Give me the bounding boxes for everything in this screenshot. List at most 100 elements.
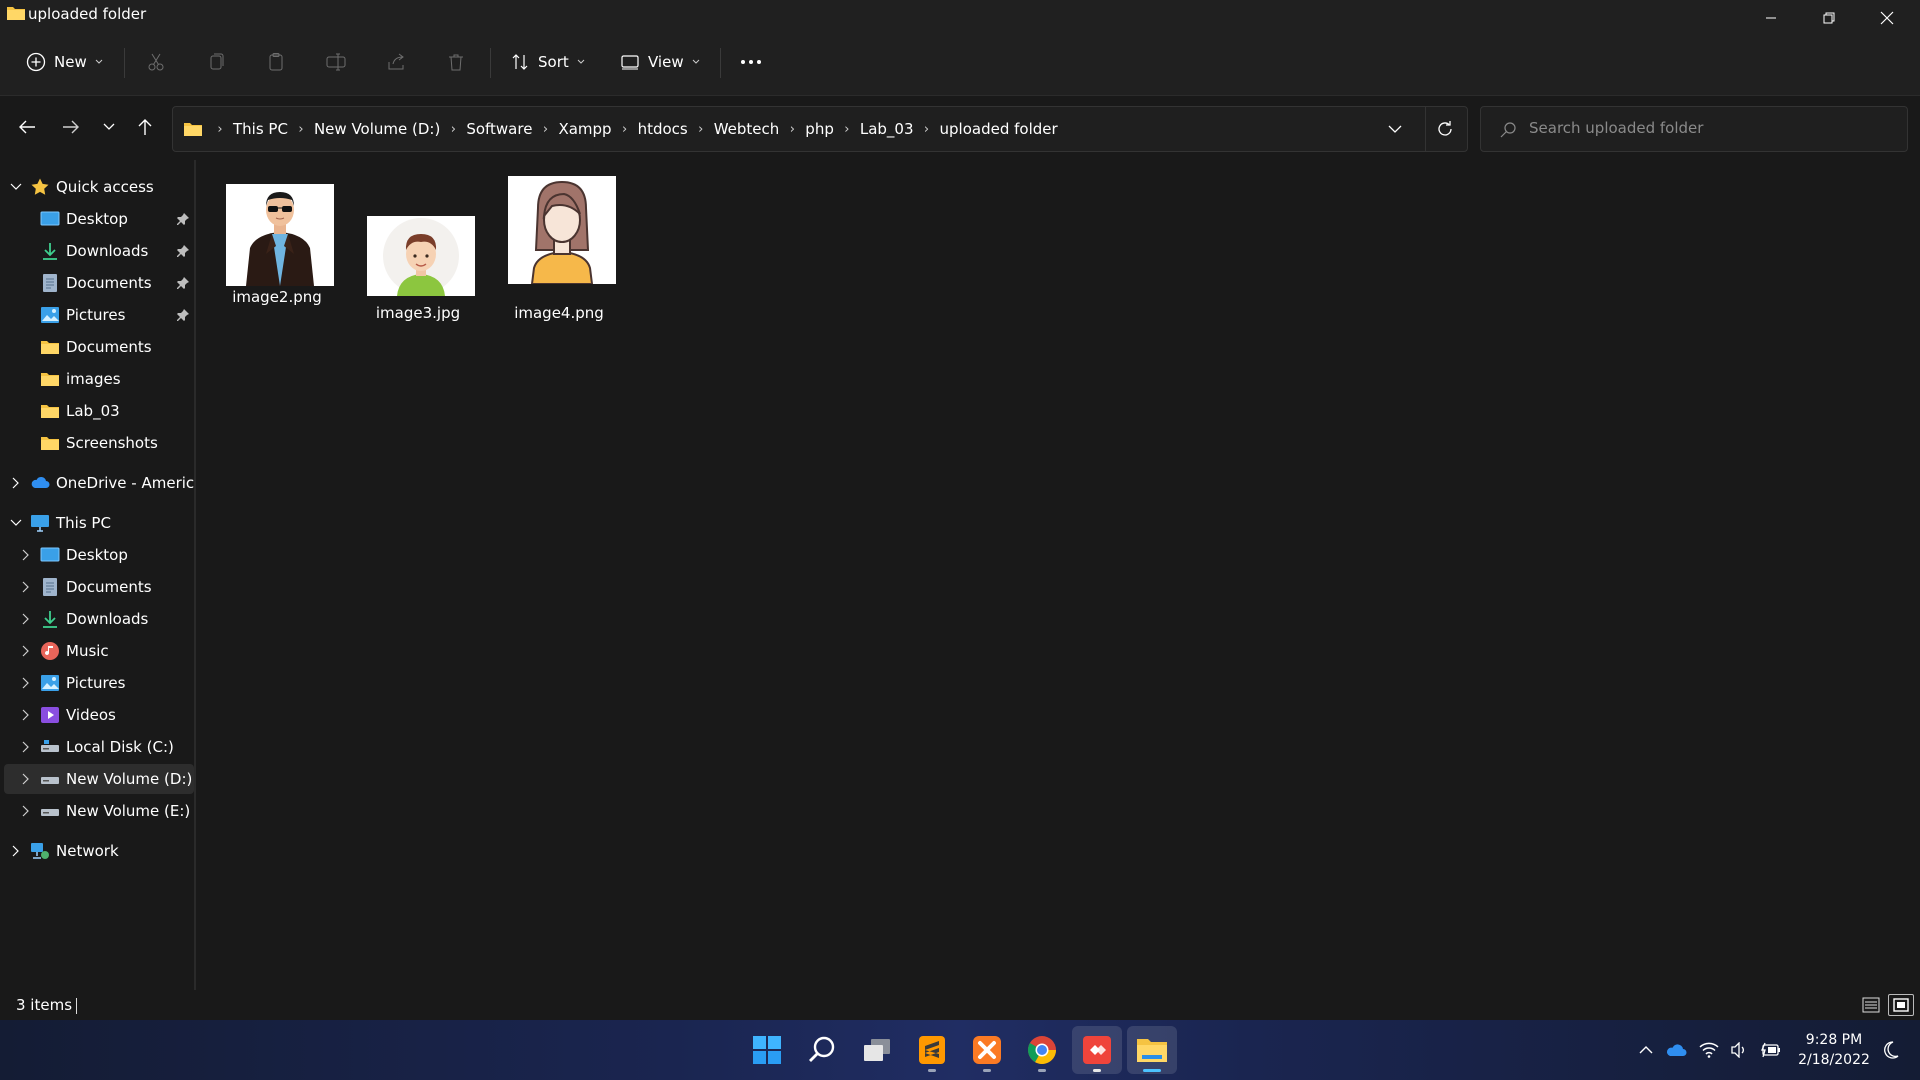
breadcrumb-item[interactable]: Software — [466, 120, 532, 138]
taskbar-app-sublime[interactable] — [907, 1026, 957, 1074]
star-icon — [31, 178, 49, 195]
task-view-button[interactable] — [852, 1026, 902, 1074]
delete-button[interactable] — [446, 44, 466, 80]
start-icon — [753, 1036, 781, 1064]
nav-quick-desktop[interactable]: Desktop — [4, 204, 194, 234]
nav-pc-videos[interactable]: Videos — [4, 700, 194, 730]
breadcrumb-item[interactable]: Xampp — [558, 120, 611, 138]
recent-locations-button[interactable] — [94, 112, 124, 142]
search-icon — [809, 1036, 835, 1062]
address-history-button[interactable] — [1383, 119, 1407, 139]
start-button[interactable] — [742, 1026, 792, 1074]
copy-button[interactable] — [206, 44, 226, 80]
tray-onedrive[interactable] — [1662, 1036, 1690, 1064]
paste-button[interactable] — [266, 44, 286, 80]
nav-quick-images[interactable]: images — [4, 364, 194, 394]
new-button[interactable]: New — [26, 44, 103, 80]
close-icon — [1880, 11, 1894, 25]
tray-wifi[interactable] — [1696, 1036, 1722, 1064]
navigation-pane: Quick access Desktop Downloads Documents… — [0, 160, 196, 990]
taskbar-app-file-explorer[interactable] — [1127, 1026, 1177, 1074]
nav-label: Documents — [66, 578, 152, 596]
nav-quick-access[interactable]: Quick access — [4, 172, 194, 202]
nav-quick-pictures[interactable]: Pictures — [4, 300, 194, 330]
breadcrumb-item[interactable]: Lab_03 — [860, 120, 914, 138]
nav-quick-lab03[interactable]: Lab_03 — [4, 396, 194, 426]
nav-quick-documents[interactable]: Documents — [4, 268, 194, 298]
view-button[interactable]: View — [620, 44, 700, 80]
folder-icon — [41, 341, 59, 354]
cut-button[interactable] — [146, 44, 166, 80]
show-hidden-icons-button[interactable] — [1634, 1036, 1658, 1064]
breadcrumb-item[interactable]: This PC — [233, 120, 288, 138]
thumbnail-view-icon — [1893, 998, 1909, 1012]
chevron-right-icon[interactable] — [18, 803, 34, 819]
nav-quick-documents-folder[interactable]: Documents — [4, 332, 194, 362]
address-bar[interactable]: › This PC › New Volume (D:) › Software ›… — [172, 106, 1468, 152]
large-icons-view-button[interactable] — [1888, 994, 1914, 1016]
breadcrumb-item[interactable]: New Volume (D:) — [314, 120, 440, 138]
chevron-down-icon[interactable] — [8, 179, 24, 195]
drive-icon — [41, 809, 59, 816]
tray-battery[interactable] — [1756, 1036, 1784, 1064]
file-item[interactable]: image2.png — [212, 172, 342, 322]
file-thumbnail — [367, 216, 475, 296]
nav-pc-new-volume-e[interactable]: New Volume (E:) — [4, 796, 194, 826]
search-box[interactable] — [1480, 106, 1908, 152]
nav-pc-downloads[interactable]: Downloads — [4, 604, 194, 634]
breadcrumb-item[interactable]: htdocs — [638, 120, 688, 138]
chevron-right-icon[interactable] — [8, 475, 24, 491]
breadcrumb-item-current[interactable]: uploaded folder — [940, 120, 1058, 138]
nav-onedrive[interactable]: OneDrive - American — [4, 468, 194, 498]
taskbar-app-xampp[interactable] — [962, 1026, 1012, 1074]
details-view-button[interactable] — [1860, 994, 1882, 1016]
search-input[interactable] — [1529, 119, 1889, 137]
chevron-right-icon[interactable] — [18, 739, 34, 755]
chevron-right-icon[interactable] — [18, 643, 34, 659]
up-button[interactable] — [130, 112, 160, 142]
file-item[interactable]: image4.png — [494, 172, 624, 322]
chevron-right-icon[interactable] — [18, 579, 34, 595]
forward-button[interactable] — [56, 112, 86, 142]
network-icon — [31, 843, 49, 859]
nav-pc-documents[interactable]: Documents — [4, 572, 194, 602]
taskbar-search-button[interactable] — [797, 1026, 847, 1074]
nav-network[interactable]: Network — [4, 836, 194, 866]
breadcrumb-item[interactable]: Webtech — [714, 120, 780, 138]
chevron-right-icon[interactable] — [8, 843, 24, 859]
more-options-button[interactable] — [740, 44, 762, 80]
nav-quick-downloads[interactable]: Downloads — [4, 236, 194, 266]
nav-pc-new-volume-d[interactable]: New Volume (D:) — [4, 764, 194, 794]
taskbar-app-chrome[interactable] — [1017, 1026, 1067, 1074]
volume-icon — [1731, 1042, 1744, 1058]
nav-quick-screenshots[interactable]: Screenshots — [4, 428, 194, 458]
share-button[interactable] — [386, 44, 406, 80]
sort-button[interactable]: Sort — [510, 44, 585, 80]
refresh-button[interactable] — [1433, 117, 1457, 141]
nav-pc-music[interactable]: Music — [4, 636, 194, 666]
nav-pc-local-disk-c[interactable]: Local Disk (C:) — [4, 732, 194, 762]
chevron-right-icon[interactable] — [18, 707, 34, 723]
chevron-down-icon[interactable] — [8, 515, 24, 531]
nav-pc-pictures[interactable]: Pictures — [4, 668, 194, 698]
chevron-right-icon[interactable] — [18, 547, 34, 563]
copy-icon — [210, 53, 224, 70]
man-sunglasses-avatar-icon — [226, 184, 334, 286]
chevron-right-icon[interactable] — [18, 675, 34, 691]
taskbar-clock[interactable]: 9:28 PM 2/18/2022 — [1794, 1030, 1874, 1070]
tray-focus-assist[interactable] — [1878, 1036, 1904, 1064]
file-item[interactable]: image3.jpg — [353, 172, 483, 322]
taskbar-app-anydesk[interactable] — [1072, 1026, 1122, 1074]
clock-time: 9:28 PM — [1805, 1032, 1863, 1048]
nav-pc-desktop[interactable]: Desktop — [4, 540, 194, 570]
file-list[interactable]: image2.png image3.jpg image4.png — [198, 160, 1920, 990]
back-button[interactable] — [12, 112, 42, 142]
details-view-icon — [1862, 997, 1880, 1013]
nav-this-pc[interactable]: This PC — [4, 508, 194, 538]
tray-volume[interactable] — [1726, 1036, 1752, 1064]
download-icon — [43, 611, 57, 628]
chevron-right-icon[interactable] — [18, 611, 34, 627]
breadcrumb-item[interactable]: php — [805, 120, 834, 138]
chevron-right-icon[interactable] — [18, 771, 34, 787]
rename-button[interactable] — [326, 44, 348, 80]
